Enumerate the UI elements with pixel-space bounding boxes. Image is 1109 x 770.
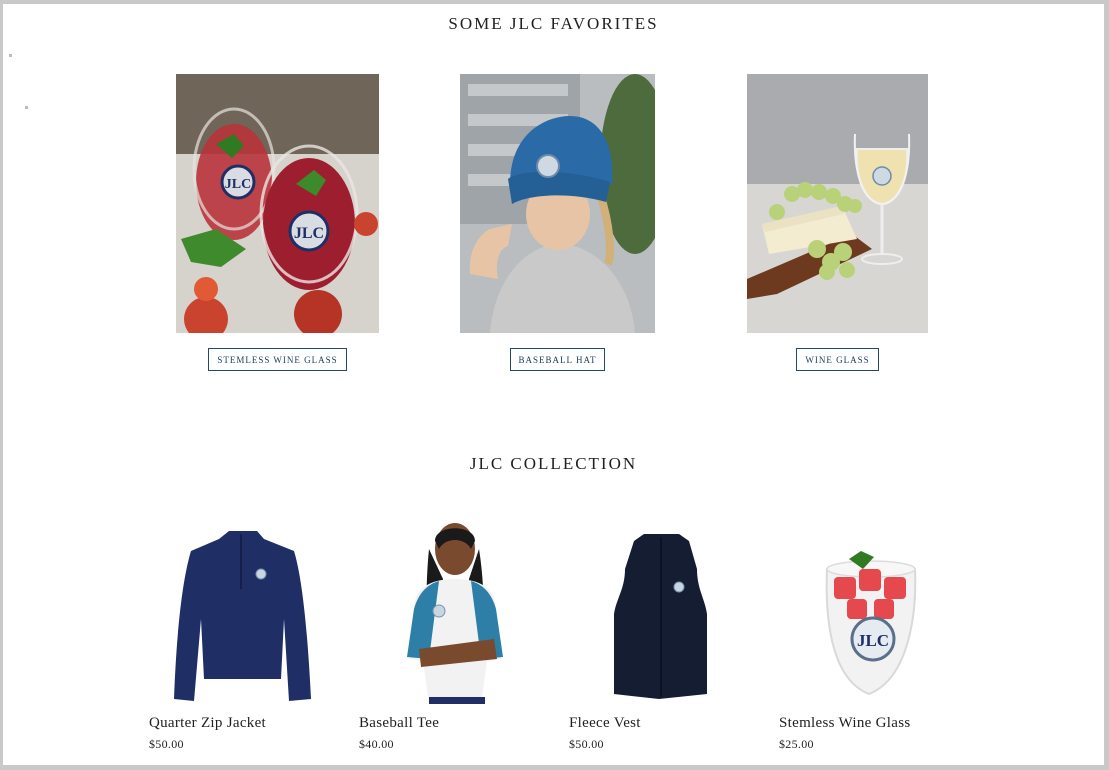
svg-text:JLC: JLC [225, 177, 251, 192]
collection-title: JLC COLLECTION [469, 454, 638, 473]
favorites-title: SOME JLC FAVORITES [448, 14, 659, 33]
product-image[interactable] [569, 519, 759, 704]
favorite-card[interactable]: JLC JLC STEMLESS WINE GLASS [176, 74, 379, 371]
favorite-card[interactable]: WINE GLASS [747, 74, 928, 371]
product-card[interactable]: Baseball Tee $40.00 [359, 519, 549, 752]
quarter-zip-jacket-image[interactable] [149, 529, 339, 704]
product-name[interactable]: Baseball Tee [359, 715, 549, 732]
baseball-tee-image[interactable] [359, 519, 549, 704]
baseball-hat-button[interactable]: BASEBALL HAT [509, 348, 606, 371]
product-price: $50.00 [149, 737, 184, 751]
product-name[interactable]: Stemless Wine Glass [779, 715, 969, 732]
svg-text:JLC: JLC [857, 631, 889, 650]
svg-text:JLC: JLC [294, 225, 324, 242]
sangria-glasses-image[interactable]: JLC JLC [176, 74, 379, 333]
product-card[interactable]: Fleece Vest $50.00 [569, 519, 759, 752]
favorite-card[interactable]: BASEBALL HAT [460, 74, 655, 371]
product-name[interactable]: Quarter Zip Jacket [149, 715, 339, 732]
product-price: $40.00 [359, 737, 394, 751]
wine-glass-button[interactable]: WINE GLASS [796, 348, 879, 371]
product-image[interactable] [359, 519, 549, 704]
product-name[interactable]: Fleece Vest [569, 715, 759, 732]
product-card[interactable]: JLC Stemless Wine Glass $25.00 [779, 519, 969, 752]
stemless-glass-image[interactable]: JLC [779, 529, 969, 704]
product-image[interactable] [149, 519, 339, 704]
wine-glass-image[interactable] [747, 74, 928, 333]
product-price: $50.00 [569, 737, 604, 751]
product-price: $25.00 [779, 737, 814, 751]
page-speck [9, 54, 12, 57]
page-frame: SOME JLC FAVORITES JLC JLC STEMLESS WINE… [3, 4, 1104, 765]
baseball-hat-image[interactable] [460, 74, 655, 333]
product-image[interactable]: JLC [779, 519, 969, 704]
fleece-vest-image[interactable] [569, 529, 759, 704]
page-speck [25, 106, 28, 109]
stemless-wine-glass-button[interactable]: STEMLESS WINE GLASS [208, 348, 347, 371]
product-card[interactable]: Quarter Zip Jacket $50.00 [149, 519, 339, 752]
